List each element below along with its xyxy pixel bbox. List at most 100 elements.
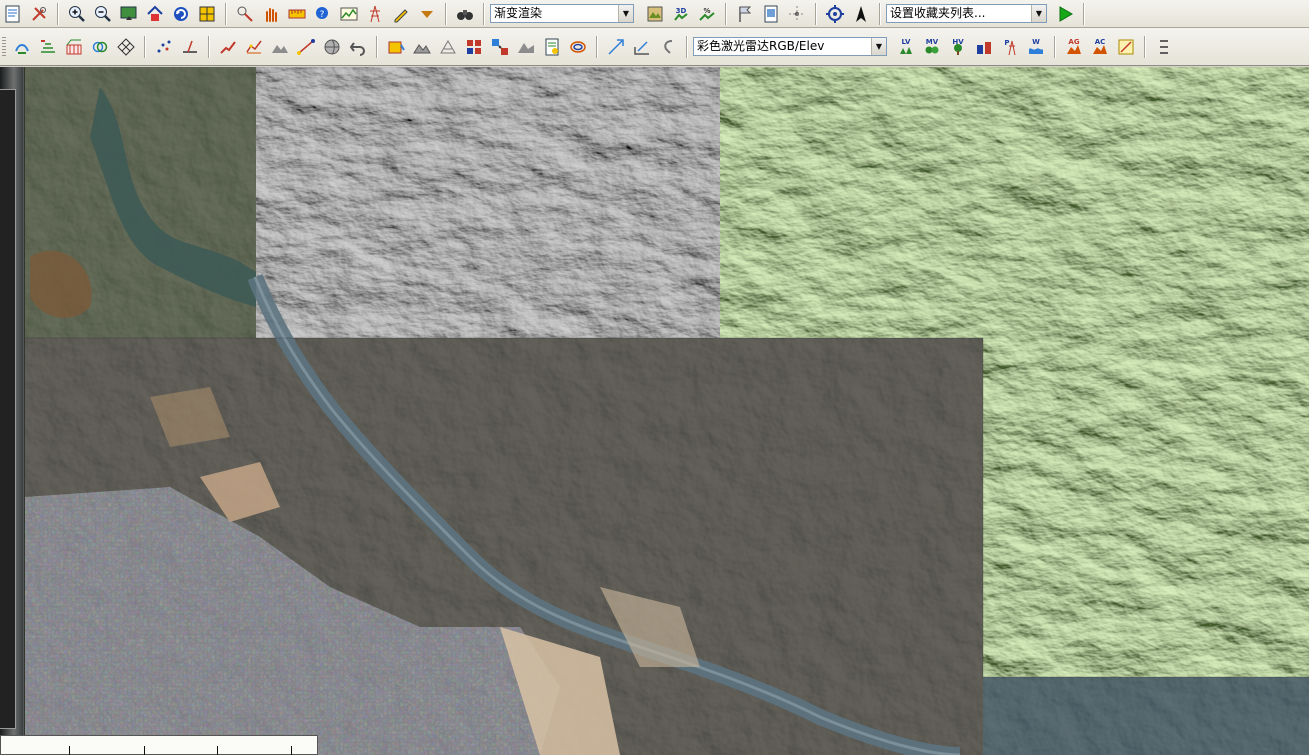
undo-draw-icon[interactable] [346,35,370,59]
route-draw-icon[interactable] [216,35,240,59]
points-select-icon[interactable] [152,35,176,59]
watershed-icon[interactable] [10,35,34,59]
contour-create-icon[interactable] [36,35,60,59]
building-icon[interactable] [972,35,996,59]
globe-view-icon[interactable] [320,35,344,59]
zoom-to-layer-icon[interactable] [117,2,141,26]
map-view[interactable] [0,67,1309,755]
dock-panel-border [0,89,16,729]
curve-back-icon[interactable] [656,35,680,59]
svg-text:?: ? [320,10,325,20]
svg-text:LV: LV [902,38,911,46]
aspect-arrow-icon[interactable] [630,35,654,59]
svg-text:MV: MV [926,38,939,46]
point-mark-icon[interactable] [1114,35,1138,59]
svg-text:AG: AG [1068,38,1079,46]
hv-tree-icon[interactable]: HV [946,35,970,59]
svg-text:W: W [1032,38,1040,46]
svg-text:P: P [1004,39,1009,47]
scale-tick [291,746,292,755]
svg-text:%: % [703,7,710,15]
scale-tick [144,746,145,755]
document-view-icon[interactable] [759,2,783,26]
tile-grayscale-mountains [255,67,720,338]
dropdown-arrow-icon[interactable] [415,2,439,26]
layer-style-value: 彩色激光雷达RGB/Elev [697,39,825,53]
svg-text:3D: 3D [676,7,687,15]
chevron-down-icon[interactable]: ▼ [1031,5,1046,22]
refresh-icon[interactable] [169,2,193,26]
power-tower-icon[interactable] [363,2,387,26]
lv-tree-icon[interactable]: LV [894,35,918,59]
grid-mesh-icon[interactable] [114,35,138,59]
tile-blue-forest [982,677,1309,755]
locate-target-icon[interactable] [823,2,847,26]
pan-hand-icon[interactable] [259,2,283,26]
separator [879,2,881,25]
separator [208,35,210,58]
3d-view-icon[interactable]: 3D [669,2,693,26]
imagery-canvas[interactable] [0,67,1309,755]
contour-loop-icon[interactable] [566,35,590,59]
mv-tree-icon[interactable]: MV [920,35,944,59]
main-toolbar: ? 渐变渲染 ▼ 3D % 设置收藏夹列表... ▼ [0,0,1309,28]
chevron-down-icon[interactable]: ▼ [618,5,633,22]
profile-chart-icon[interactable] [337,2,361,26]
layer-properties-icon[interactable] [1,2,25,26]
terrain-analysis-icon[interactable] [410,35,434,59]
report-doc-icon[interactable] [540,35,564,59]
separator [815,2,817,25]
flag-marker-icon[interactable] [733,2,757,26]
point-cloud-icon[interactable] [785,2,809,26]
separator [725,2,727,25]
p-pylon-icon[interactable]: P [998,35,1022,59]
identify-icon[interactable]: ? [311,2,335,26]
zoom-in-icon[interactable] [65,2,89,26]
separator [57,2,59,25]
separator [1083,2,1085,25]
layer-style-select[interactable]: 彩色激光雷达RGB/Elev ▼ [693,37,887,56]
scale-tick [217,746,218,755]
edge-handle-icon[interactable] [1152,35,1176,59]
w-water-icon[interactable]: W [1024,35,1048,59]
terrain-mask-icon[interactable] [268,35,292,59]
3d-grid-icon[interactable] [62,35,86,59]
render-mode-select[interactable]: 渐变渲染 ▼ [490,4,634,23]
north-arrow-icon[interactable] [849,2,873,26]
separator [445,2,447,25]
ac-class-icon[interactable]: AC [1088,35,1112,59]
analysis-toolbar: 彩色激光雷达RGB/Elev ▼ LV MV HV P W AG AC [0,28,1309,66]
slope-arrow-icon[interactable] [604,35,628,59]
separator [225,2,227,25]
percent-slope-icon[interactable]: % [695,2,719,26]
separator [376,35,378,58]
link-rings-icon[interactable] [88,35,112,59]
draw-pencil-icon[interactable] [389,2,413,26]
color-cells-icon[interactable] [462,35,486,59]
favorites-value: 设置收藏夹列表... [890,6,986,20]
surface-gray-icon[interactable] [514,35,538,59]
separator [596,35,598,58]
viewshed-icon[interactable] [436,35,460,59]
home-icon[interactable] [143,2,167,26]
elevation-path-icon[interactable] [242,35,266,59]
measure-icon[interactable] [285,2,309,26]
tile-reservoir [25,67,256,338]
favorites-select[interactable]: 设置收藏夹列表... ▼ [886,4,1047,23]
magnify-select-icon[interactable] [233,2,257,26]
play-go-icon[interactable] [1053,2,1077,26]
terrain-shade-icon[interactable] [643,2,667,26]
toolbar-grip[interactable] [2,36,6,57]
layout-grid-icon[interactable] [195,2,219,26]
line-of-sight-icon[interactable] [294,35,318,59]
binoculars-icon[interactable] [453,2,477,26]
line-edit-icon[interactable] [178,35,202,59]
separator [144,35,146,58]
tools-icon[interactable] [27,2,51,26]
chevron-down-icon[interactable]: ▼ [871,38,886,55]
ag-class-icon[interactable]: AG [1062,35,1086,59]
zoom-out-icon[interactable] [91,2,115,26]
grid-compare-icon[interactable] [488,35,512,59]
flood-fill-icon[interactable] [384,35,408,59]
left-dock-panel[interactable] [0,67,24,755]
